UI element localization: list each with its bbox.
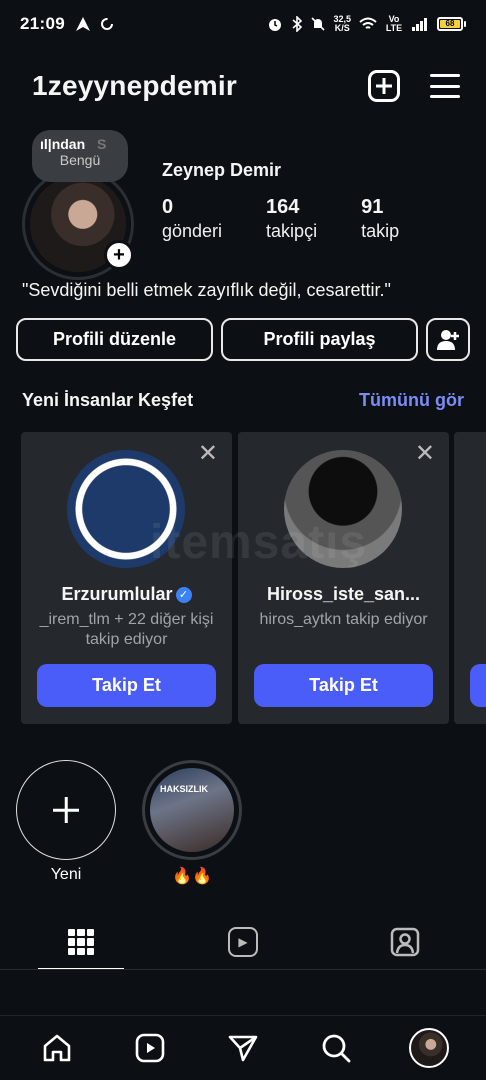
note-artist: Bengü — [59, 152, 101, 168]
bottom-navigation — [0, 1015, 486, 1080]
suggestion-avatar[interactable] — [67, 450, 185, 568]
nav-reels[interactable] — [126, 1024, 174, 1072]
volte-label: Vo LTE — [385, 14, 403, 33]
alarm-icon — [269, 19, 282, 31]
reels-icon: ▶ — [228, 927, 258, 957]
add-person-icon — [437, 329, 459, 350]
highlight-label: 🔥🔥 — [172, 868, 212, 885]
profile-note-bubble[interactable]: ıl|ndan S Bengü — [32, 130, 128, 182]
nav-profile[interactable] — [405, 1024, 453, 1072]
discover-header: Yeni İnsanlar Keşfet Tümünü gör — [22, 390, 464, 411]
tab-tagged[interactable] — [324, 914, 486, 970]
discover-people-button[interactable] — [426, 318, 470, 361]
profile-bio: "Sevdiğini belli etmek zayıflık değil, c… — [22, 280, 391, 300]
battery-icon: 68 — [437, 17, 466, 31]
navigation-icon — [75, 17, 90, 31]
reels-icon — [135, 1033, 165, 1063]
follow-button-partial[interactable] — [470, 664, 486, 707]
hamburger-menu-icon[interactable] — [430, 74, 460, 98]
edit-profile-button[interactable]: Profili düzenle — [16, 318, 213, 361]
stat-followers[interactable]: 164 takipçi — [266, 196, 317, 242]
suggestion-card[interactable]: ✕ Hiross_iste_san... hiros_aytkn takip e… — [238, 432, 449, 724]
grid-icon — [68, 929, 94, 955]
tab-reels[interactable]: ▶ — [162, 914, 324, 970]
add-highlight-icon[interactable] — [16, 760, 116, 860]
follow-button[interactable]: Takip Et — [37, 664, 216, 707]
highlight-label: Yeni — [50, 866, 82, 883]
username: 1zeyynepdemir — [32, 70, 237, 101]
mute-icon — [311, 17, 326, 31]
wifi-icon — [359, 17, 377, 29]
close-icon[interactable]: ✕ — [415, 442, 435, 466]
tab-grid[interactable] — [0, 914, 162, 970]
create-post-icon[interactable] — [368, 70, 400, 102]
profile-avatar-icon — [409, 1028, 450, 1068]
profile-avatar[interactable]: + — [22, 168, 138, 280]
network-speed: 32,5 K/S — [333, 14, 351, 33]
profile-stats: 0 gönderi 164 takipçi 91 takip — [162, 196, 443, 242]
profile-tabs: ▶ — [0, 914, 486, 970]
profile-header: 1zeyynepdemir — [32, 64, 460, 108]
see-all-link[interactable]: Tümünü gör — [359, 390, 464, 411]
stat-posts[interactable]: 0 gönderi — [162, 196, 222, 242]
home-icon — [43, 1034, 70, 1062]
highlight-new[interactable]: Yeni — [14, 760, 118, 884]
tagged-person-icon — [390, 927, 420, 957]
bluetooth-icon — [292, 16, 303, 32]
suggestion-carousel[interactable]: ✕ Erzurumlular ✓ _irem_tlm + 22 diğer kiş… — [21, 432, 486, 724]
nav-direct[interactable] — [219, 1024, 267, 1072]
full-name: Zeynep Demir — [162, 160, 282, 180]
nav-search[interactable] — [312, 1024, 360, 1072]
send-icon — [228, 1035, 258, 1062]
close-icon[interactable]: ✕ — [198, 442, 218, 466]
suggestion-subtitle: _irem_tlm + 22 diğer kişi takip ediyor — [39, 611, 214, 648]
discover-title: Yeni İnsanlar Keşfet — [22, 390, 194, 410]
follow-button[interactable]: Takip Et — [254, 664, 433, 707]
status-bar: 21:09 32,5 K/S Vo LTE 68 — [0, 0, 486, 48]
verified-badge-icon: ✓ — [175, 587, 192, 604]
suggestion-card-partial[interactable] — [454, 432, 486, 724]
share-profile-button[interactable]: Profili paylaş — [221, 318, 418, 361]
suggestion-name[interactable]: Erzurumlular ✓ — [31, 584, 222, 605]
signal-icon — [412, 18, 427, 31]
tab-divider — [0, 969, 486, 970]
add-story-icon[interactable]: + — [104, 240, 134, 270]
note-song: ıl|ndan S — [40, 136, 107, 152]
status-time: 21:09 — [20, 14, 65, 33]
stat-following[interactable]: 91 takip — [361, 196, 399, 242]
suggestion-avatar[interactable] — [284, 450, 402, 568]
suggestion-card[interactable]: ✕ Erzurumlular ✓ _irem_tlm + 22 diğer kiş… — [21, 432, 232, 724]
search-icon — [322, 1034, 351, 1063]
suggestion-subtitle: hiros_aytkn takip ediyor — [259, 611, 428, 628]
sync-icon — [100, 18, 113, 30]
highlight-cover: HAKSIZLIK — [150, 768, 234, 852]
suggestion-name[interactable]: Hiross_iste_san... — [248, 584, 439, 605]
profile-actions: Profili düzenle Profili paylaş — [16, 318, 470, 361]
highlight-item[interactable]: HAKSIZLIK 🔥🔥 — [140, 760, 244, 886]
nav-home[interactable] — [33, 1024, 81, 1072]
